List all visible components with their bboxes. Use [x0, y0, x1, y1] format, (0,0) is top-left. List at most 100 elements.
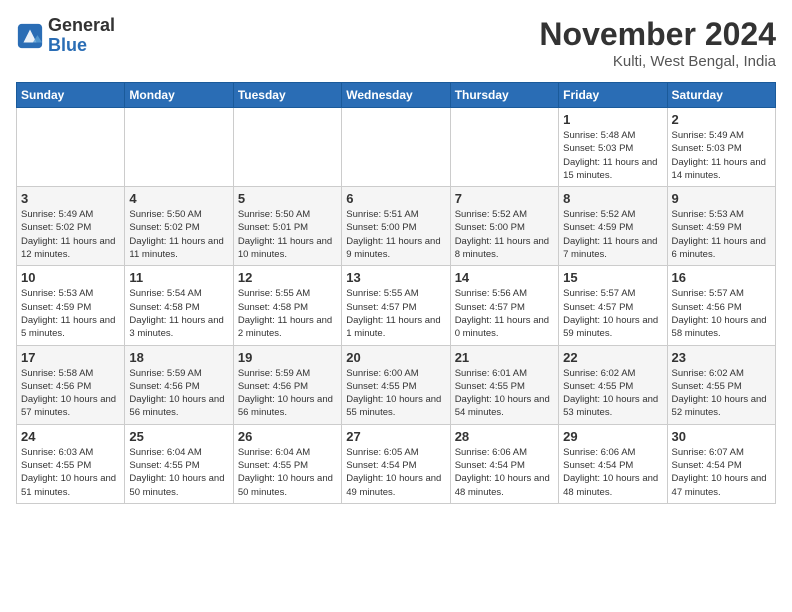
calendar-cell: 26Sunrise: 6:04 AM Sunset: 4:55 PM Dayli…: [233, 424, 341, 503]
calendar-cell: 5 Sunrise: 5:50 AM Sunset: 5:01 PM Daylig…: [233, 187, 341, 266]
month-title: November 2024: [539, 16, 776, 53]
col-monday: Monday: [125, 83, 233, 108]
calendar-cell: 18 Sunrise: 5:59 AM Sunset: 4:56 PM Dayli…: [125, 345, 233, 424]
calendar-cell: 15 Sunrise: 5:57 AM Sunset: 4:57 PM Dayli…: [559, 266, 667, 345]
calendar-cell: 22Sunrise: 6:02 AM Sunset: 4:55 PM Dayli…: [559, 345, 667, 424]
day-number: 16: [672, 270, 771, 285]
day-info: Sunrise: 5:54 AM Sunset: 4:58 PM Dayligh…: [129, 287, 228, 340]
title-block: November 2024 Kulti, West Bengal, India: [539, 16, 776, 70]
col-tuesday: Tuesday: [233, 83, 341, 108]
day-number: 15: [563, 270, 662, 285]
day-info: Sunrise: 6:00 AM Sunset: 4:55 PM Dayligh…: [346, 367, 445, 420]
day-number: 18: [129, 350, 228, 365]
day-info: Sunrise: 5:56 AM Sunset: 4:57 PM Dayligh…: [455, 287, 554, 340]
calendar-cell: 3 Sunrise: 5:49 AM Sunset: 5:02 PM Daylig…: [17, 187, 125, 266]
day-number: 20: [346, 350, 445, 365]
day-info: Sunrise: 5:52 AM Sunset: 5:00 PM Dayligh…: [455, 208, 554, 261]
calendar-cell: 10 Sunrise: 5:53 AM Sunset: 4:59 PM Dayli…: [17, 266, 125, 345]
day-info: Sunrise: 5:53 AM Sunset: 4:59 PM Dayligh…: [21, 287, 120, 340]
calendar-cell: 19Sunrise: 5:59 AM Sunset: 4:56 PM Dayli…: [233, 345, 341, 424]
day-number: 26: [238, 429, 337, 444]
calendar-cell: 27Sunrise: 6:05 AM Sunset: 4:54 PM Dayli…: [342, 424, 450, 503]
calendar-cell: 4Sunrise: 5:50 AM Sunset: 5:02 PM Daylig…: [125, 187, 233, 266]
logo: General Blue: [16, 16, 115, 56]
day-number: 8: [563, 191, 662, 206]
day-info: Sunrise: 5:52 AM Sunset: 4:59 PM Dayligh…: [563, 208, 662, 261]
calendar-cell: 16 Sunrise: 5:57 AM Sunset: 4:56 PM Dayli…: [667, 266, 775, 345]
calendar-body: 1 Sunrise: 5:48 AM Sunset: 5:03 PM Daylig…: [17, 108, 776, 504]
calendar-cell: 29 Sunrise: 6:06 AM Sunset: 4:54 PM Dayli…: [559, 424, 667, 503]
day-number: 3: [21, 191, 120, 206]
day-number: 6: [346, 191, 445, 206]
calendar-cell: 11Sunrise: 5:54 AM Sunset: 4:58 PM Dayli…: [125, 266, 233, 345]
day-number: 5: [238, 191, 337, 206]
day-number: 10: [21, 270, 120, 285]
day-number: 25: [129, 429, 228, 444]
calendar-cell: 13 Sunrise: 5:55 AM Sunset: 4:57 PM Dayli…: [342, 266, 450, 345]
day-number: 12: [238, 270, 337, 285]
day-info: Sunrise: 5:49 AM Sunset: 5:02 PM Dayligh…: [21, 208, 120, 261]
calendar-cell: 20 Sunrise: 6:00 AM Sunset: 4:55 PM Dayli…: [342, 345, 450, 424]
col-wednesday: Wednesday: [342, 83, 450, 108]
day-number: 22: [563, 350, 662, 365]
location: Kulti, West Bengal, India: [539, 53, 776, 70]
calendar-cell: 23 Sunrise: 6:02 AM Sunset: 4:55 PM Dayli…: [667, 345, 775, 424]
day-number: 17: [21, 350, 120, 365]
day-number: 21: [455, 350, 554, 365]
calendar-cell: 17 Sunrise: 5:58 AM Sunset: 4:56 PM Dayli…: [17, 345, 125, 424]
day-info: Sunrise: 5:48 AM Sunset: 5:03 PM Dayligh…: [563, 129, 662, 182]
col-thursday: Thursday: [450, 83, 558, 108]
week-row-2: 3 Sunrise: 5:49 AM Sunset: 5:02 PM Daylig…: [17, 187, 776, 266]
logo-general: General: [48, 16, 115, 36]
calendar-cell: 1 Sunrise: 5:48 AM Sunset: 5:03 PM Daylig…: [559, 108, 667, 187]
calendar-cell: [17, 108, 125, 187]
calendar-cell: 8 Sunrise: 5:52 AM Sunset: 4:59 PM Daylig…: [559, 187, 667, 266]
day-info: Sunrise: 5:55 AM Sunset: 4:58 PM Dayligh…: [238, 287, 337, 340]
day-info: Sunrise: 5:58 AM Sunset: 4:56 PM Dayligh…: [21, 367, 120, 420]
day-info: Sunrise: 6:07 AM Sunset: 4:54 PM Dayligh…: [672, 446, 771, 499]
day-number: 24: [21, 429, 120, 444]
week-row-4: 17 Sunrise: 5:58 AM Sunset: 4:56 PM Dayli…: [17, 345, 776, 424]
calendar-cell: 28 Sunrise: 6:06 AM Sunset: 4:54 PM Dayli…: [450, 424, 558, 503]
week-row-3: 10 Sunrise: 5:53 AM Sunset: 4:59 PM Dayli…: [17, 266, 776, 345]
logo-text: General Blue: [48, 16, 115, 56]
calendar-cell: 21Sunrise: 6:01 AM Sunset: 4:55 PM Dayli…: [450, 345, 558, 424]
calendar-cell: 12 Sunrise: 5:55 AM Sunset: 4:58 PM Dayli…: [233, 266, 341, 345]
calendar-header: Sunday Monday Tuesday Wednesday Thursday…: [17, 83, 776, 108]
calendar-cell: [342, 108, 450, 187]
day-info: Sunrise: 5:50 AM Sunset: 5:01 PM Dayligh…: [238, 208, 337, 261]
calendar-cell: 9 Sunrise: 5:53 AM Sunset: 4:59 PM Daylig…: [667, 187, 775, 266]
calendar-cell: 30 Sunrise: 6:07 AM Sunset: 4:54 PM Dayli…: [667, 424, 775, 503]
day-info: Sunrise: 5:59 AM Sunset: 4:56 PM Dayligh…: [129, 367, 228, 420]
calendar-cell: [125, 108, 233, 187]
calendar-cell: 2Sunrise: 5:49 AM Sunset: 5:03 PM Daylig…: [667, 108, 775, 187]
calendar-cell: [233, 108, 341, 187]
day-info: Sunrise: 6:06 AM Sunset: 4:54 PM Dayligh…: [563, 446, 662, 499]
day-number: 19: [238, 350, 337, 365]
col-sunday: Sunday: [17, 83, 125, 108]
day-number: 13: [346, 270, 445, 285]
col-friday: Friday: [559, 83, 667, 108]
day-number: 29: [563, 429, 662, 444]
day-info: Sunrise: 5:57 AM Sunset: 4:57 PM Dayligh…: [563, 287, 662, 340]
logo-icon: [16, 22, 44, 50]
day-info: Sunrise: 5:53 AM Sunset: 4:59 PM Dayligh…: [672, 208, 771, 261]
day-info: Sunrise: 6:06 AM Sunset: 4:54 PM Dayligh…: [455, 446, 554, 499]
day-number: 14: [455, 270, 554, 285]
calendar-cell: [450, 108, 558, 187]
day-info: Sunrise: 6:04 AM Sunset: 4:55 PM Dayligh…: [129, 446, 228, 499]
calendar-cell: 25 Sunrise: 6:04 AM Sunset: 4:55 PM Dayli…: [125, 424, 233, 503]
day-number: 9: [672, 191, 771, 206]
day-info: Sunrise: 6:03 AM Sunset: 4:55 PM Dayligh…: [21, 446, 120, 499]
day-number: 28: [455, 429, 554, 444]
week-row-5: 24 Sunrise: 6:03 AM Sunset: 4:55 PM Dayli…: [17, 424, 776, 503]
day-number: 23: [672, 350, 771, 365]
day-number: 1: [563, 112, 662, 127]
day-number: 30: [672, 429, 771, 444]
day-info: Sunrise: 6:02 AM Sunset: 4:55 PM Dayligh…: [672, 367, 771, 420]
calendar-cell: 24 Sunrise: 6:03 AM Sunset: 4:55 PM Dayli…: [17, 424, 125, 503]
week-row-1: 1 Sunrise: 5:48 AM Sunset: 5:03 PM Daylig…: [17, 108, 776, 187]
day-info: Sunrise: 6:05 AM Sunset: 4:54 PM Dayligh…: [346, 446, 445, 499]
day-info: Sunrise: 5:57 AM Sunset: 4:56 PM Dayligh…: [672, 287, 771, 340]
day-info: Sunrise: 5:55 AM Sunset: 4:57 PM Dayligh…: [346, 287, 445, 340]
